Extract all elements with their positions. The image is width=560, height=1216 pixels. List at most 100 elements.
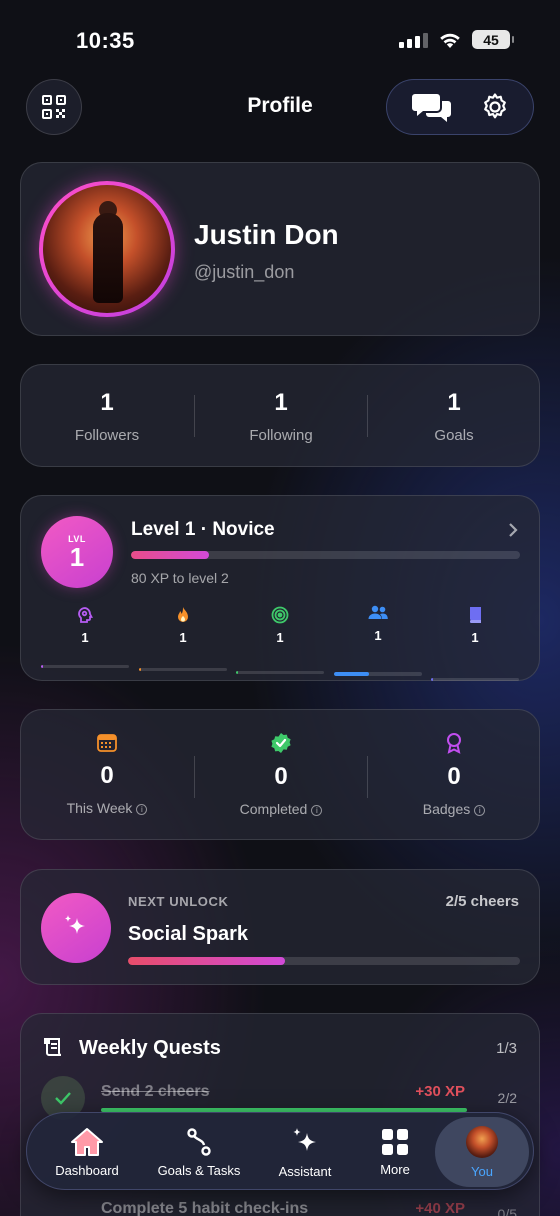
skill-focus[interactable]: 1	[236, 606, 324, 645]
skill-progress-bar	[139, 668, 227, 671]
skill-progress-fill	[139, 668, 141, 671]
scroll-icon	[44, 1038, 62, 1056]
quest-count: 2/2	[497, 1090, 517, 1106]
skill-value: 1	[276, 630, 284, 645]
unlock-progress-bar	[128, 957, 520, 965]
settings-button[interactable]	[480, 92, 510, 122]
skill-progress-bar	[41, 665, 129, 668]
signal-icon	[399, 32, 428, 48]
sparkles-icon	[293, 1127, 316, 1151]
info-icon[interactable]: i	[474, 805, 486, 816]
quest-xp: +30 XP	[415, 1083, 465, 1100]
messages-button[interactable]	[411, 90, 453, 124]
status-icons: 45	[399, 30, 514, 49]
weekly-quests-count: 1/3	[496, 1040, 517, 1057]
bottom-tab-bar: Dashboard Goals & Tasks Assistant More Y…	[26, 1112, 534, 1190]
book-icon	[470, 607, 481, 623]
tab-assistant[interactable]: Assistant	[263, 1113, 347, 1191]
this-week-label: This Week	[66, 800, 133, 816]
badges-value: 0	[447, 763, 461, 790]
avatar-icon	[466, 1125, 498, 1158]
next-unlock-label: NEXT UNLOCK	[128, 894, 229, 909]
skill-progress-fill	[431, 678, 433, 681]
followers-label: Followers	[74, 427, 140, 444]
calendar-icon	[97, 734, 117, 752]
skill-progress-fill	[334, 672, 370, 676]
following-stat[interactable]: 1 Following	[195, 389, 367, 444]
info-icon[interactable]: i	[311, 805, 323, 816]
next-unlock-card[interactable]: NEXT UNLOCK 2/5 cheers Social Spark	[20, 869, 540, 985]
verified-check-icon	[271, 733, 291, 753]
skill-streak[interactable]: 1	[139, 606, 227, 645]
quest-label: Send 2 cheers	[101, 1083, 210, 1100]
skill-progress-fill	[41, 665, 43, 668]
badge-ribbon-icon	[447, 733, 461, 754]
badges-label: Badges	[422, 801, 471, 817]
tab-label: More	[380, 1161, 410, 1177]
completed-label: Completed	[239, 801, 308, 817]
quest-label: Complete 5 habit check-ins	[101, 1200, 309, 1216]
level-card[interactable]: LVL 1 Level 1 · Novice 80 XP to level 2 …	[20, 495, 540, 681]
goals-count: 1	[447, 389, 461, 416]
badges-stat[interactable]: 0 Badges i	[368, 732, 540, 817]
followers-count: 1	[100, 389, 114, 416]
xp-to-next-level: 80 XP to level 2	[131, 570, 229, 586]
tab-label: Assistant	[278, 1163, 332, 1179]
info-icon[interactable]: i	[136, 804, 148, 815]
tab-label: Dashboard	[55, 1162, 119, 1178]
next-unlock-title: Social Spark	[128, 923, 249, 945]
tab-goals-tasks[interactable]: Goals & Tasks	[149, 1113, 249, 1191]
profile-handle: @justin_don	[194, 262, 295, 282]
chevron-right-icon	[509, 523, 518, 537]
skill-progress-bar	[431, 678, 519, 681]
skill-progress-bar	[236, 671, 324, 674]
profile-name: Justin Don	[194, 219, 339, 250]
this-week-value: 0	[100, 762, 114, 789]
skill-value: 1	[81, 630, 89, 645]
summary-stats-card: 0 This Week i 0 Completed i 0 Badges i	[20, 709, 540, 840]
followers-stat[interactable]: 1 Followers	[21, 389, 193, 444]
xp-progress-bar	[131, 551, 520, 559]
following-label: Following	[249, 427, 313, 444]
tab-label: You	[471, 1163, 493, 1179]
head-icon	[78, 607, 93, 623]
grid-icon	[382, 1128, 408, 1155]
skill-value: 1	[374, 628, 382, 643]
people-icon	[368, 605, 388, 619]
level-badge: LVL 1	[41, 516, 113, 588]
path-icon	[187, 1127, 211, 1156]
quest-count: 0/5	[497, 1206, 517, 1216]
skill-social[interactable]: 1	[334, 604, 422, 643]
skill-progress-fill	[236, 671, 238, 674]
sparkles-icon	[65, 915, 85, 934]
skill-value: 1	[179, 630, 187, 645]
status-time: 10:35	[76, 28, 135, 53]
social-stats-card: 1 Followers 1 Following 1 Goals	[20, 364, 540, 467]
skill-value: 1	[471, 630, 479, 645]
tab-you[interactable]: You	[439, 1113, 525, 1191]
gear-icon	[483, 93, 506, 119]
next-unlock-count: 2/5 cheers	[445, 893, 519, 910]
avatar[interactable]	[39, 181, 175, 317]
skill-learning[interactable]: 1	[431, 606, 519, 645]
quest-xp: +40 XP	[415, 1200, 465, 1216]
weekly-quests-title: Weekly Quests	[79, 1037, 221, 1059]
profile-card[interactable]: Justin Don @justin_don	[20, 162, 540, 336]
flame-icon	[178, 607, 188, 622]
tab-label: Goals & Tasks	[157, 1162, 241, 1178]
chat-bubbles-icon	[411, 94, 451, 122]
level-badge-number: 1	[69, 542, 85, 572]
unlock-progress-fill	[128, 957, 285, 965]
goals-stat[interactable]: 1 Goals	[368, 389, 540, 444]
header-actions	[386, 79, 534, 135]
skill-mind[interactable]: 1	[41, 606, 129, 645]
tab-more[interactable]: More	[353, 1113, 437, 1191]
wifi-icon	[440, 33, 460, 48]
this-week-stat[interactable]: 0 This Week i	[21, 732, 193, 816]
tab-dashboard[interactable]: Dashboard	[45, 1113, 129, 1191]
avatar-image	[43, 185, 171, 313]
goals-label: Goals	[434, 427, 474, 444]
completed-stat[interactable]: 0 Completed i	[195, 732, 367, 817]
battery-indicator: 45	[472, 30, 514, 49]
checkmark-icon	[55, 1092, 71, 1105]
